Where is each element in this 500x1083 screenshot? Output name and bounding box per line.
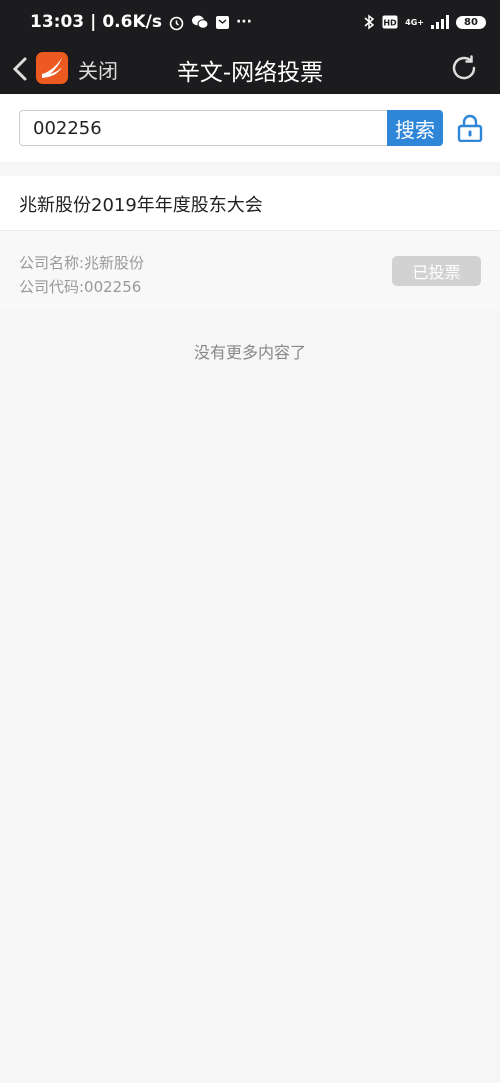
more-notifications-icon: ··· [235, 14, 252, 30]
search-input[interactable] [19, 110, 387, 146]
wechat-icon [191, 15, 209, 29]
meeting-title: 兆新股份2019年年度股东大会 [19, 195, 263, 216]
page-title: 辛文-网络投票 [176, 60, 324, 86]
battery-icon: 80 [456, 15, 486, 29]
alarm-icon [169, 16, 184, 30]
status-time: 13:03 [30, 12, 85, 32]
no-more-content: 没有更多内容了 [193, 343, 306, 362]
voted-button[interactable]: 已投票 [392, 256, 481, 286]
network-type: 4G+ [405, 17, 424, 27]
status-separator: | [90, 12, 97, 32]
bluetooth-icon [364, 14, 375, 30]
meeting-info: 公司名称:兆新股份 公司代码:002256 已投票 [0, 231, 500, 310]
lock-icon[interactable] [457, 114, 483, 142]
status-net-speed: 0.6K/s [102, 12, 162, 32]
battery-level: 80 [464, 16, 478, 28]
svg-text:HD: HD [383, 19, 397, 28]
hd-icon: HD [382, 15, 398, 29]
signal-icon [431, 15, 449, 29]
refresh-icon[interactable] [448, 52, 480, 84]
status-bar: 13:03 | 0.6K/s ··· HD 4G+ 80 [0, 0, 500, 44]
meeting-title-row[interactable]: 兆新股份2019年年度股东大会 [0, 176, 500, 231]
company-name: 公司名称:兆新股份 [19, 254, 145, 272]
company-code: 公司代码:002256 [19, 278, 142, 296]
top-bar: 关闭 辛文-网络投票 [0, 44, 500, 94]
search-bar: 搜索 [0, 94, 500, 162]
notification-icon [215, 15, 229, 29]
search-button[interactable]: 搜索 [387, 110, 443, 146]
